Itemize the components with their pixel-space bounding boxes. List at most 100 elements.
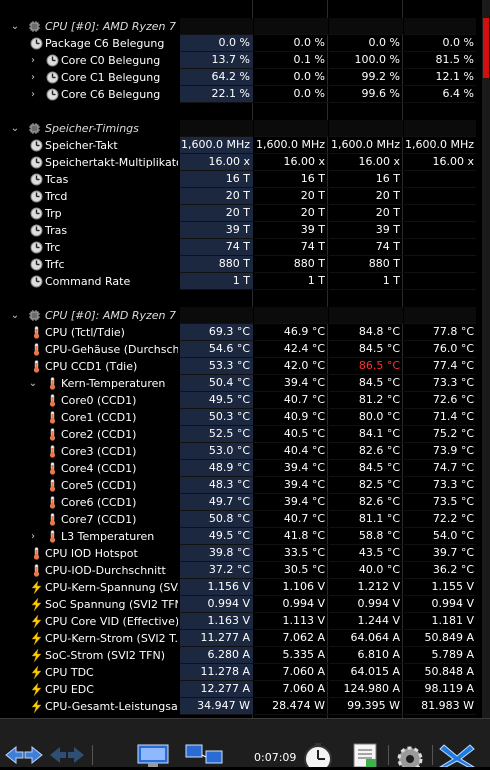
expand-chevron-icon[interactable]: › <box>28 528 38 545</box>
sensor-row[interactable]: › Core C0 Belegung 13.7 % 0.1 % 100.0 % 81.5 … <box>0 52 482 69</box>
sensor-label: Core C6 Belegung <box>61 88 161 101</box>
maximum-value: 1.244 V <box>329 613 403 630</box>
average-value: 5.789 A <box>404 647 476 664</box>
maximum-value: 99.6 % <box>329 86 403 103</box>
maximum-value: 100.0 % <box>329 52 403 69</box>
sensor-row[interactable]: Tras 39 T 39 T 39 T <box>0 222 482 239</box>
collapse-chevron-icon[interactable]: ⌄ <box>28 375 38 392</box>
section-header-row[interactable]: ⌄ Speicher-Timings <box>0 120 482 137</box>
vertical-scrollbar[interactable] <box>482 0 490 718</box>
maximum-value: 84.5 °C <box>329 341 403 358</box>
sensor-row[interactable]: Core6 (CCD1) 49.7 °C 39.4 °C 82.6 °C 73.5 °C <box>0 494 482 511</box>
thermometer-icon <box>30 547 43 560</box>
maximum-value: 39 T <box>329 222 403 239</box>
current-value: 69.3 °C <box>180 324 253 341</box>
current-value: 49.5 °C <box>180 528 253 545</box>
sensor-row[interactable]: ⌄ Kern-Temperaturen 50.4 °C 39.4 °C 84.5 °C 7… <box>0 375 482 392</box>
sensor-row[interactable]: CPU-IOD-Durchschnitt 37.2 °C 30.5 °C 40.0 °… <box>0 562 482 579</box>
sensor-row[interactable]: CPU IOD Hotspot 39.8 °C 33.5 °C 43.5 °C 39.7… <box>0 545 482 562</box>
settings-gear-icon[interactable] <box>392 743 428 770</box>
sensor-row[interactable]: Speichertakt-Multiplikator 16.00 x 16.00 x… <box>0 154 482 171</box>
nav-arrows-icon[interactable] <box>4 743 44 767</box>
maximum-value: 124.980 A <box>329 681 403 698</box>
elapsed-timer: 0:07:09 <box>254 751 297 764</box>
minimum-value: 40.5 °C <box>254 426 328 443</box>
current-value: 11.277 A <box>180 630 253 647</box>
collapse-chevron-icon[interactable]: ⌄ <box>10 18 20 35</box>
report-icon[interactable] <box>348 743 384 768</box>
sensor-row[interactable]: › Core C1 Belegung 64.2 % 0.0 % 99.2 % 12.1 % <box>0 69 482 86</box>
section-header-row[interactable]: ⌄ CPU [#0]: AMD Ryzen 7 ... <box>0 18 482 35</box>
sensor-row[interactable]: Core0 (CCD1) 49.5 °C 40.7 °C 81.2 °C 72.6 °C <box>0 392 482 409</box>
sensor-row[interactable]: Core1 (CCD1) 50.3 °C 40.9 °C 80.0 °C 71.4 °C <box>0 409 482 426</box>
sensor-row[interactable]: CPU (Tctl/Tdie) 69.3 °C 46.9 °C 84.8 °C 77.8… <box>0 324 482 341</box>
sensor-label: CPU-Kern-Strom (SVI2 T... <box>45 632 178 645</box>
sensor-row[interactable]: Core5 (CCD1) 48.3 °C 39.4 °C 82.5 °C 73.3 °C <box>0 477 482 494</box>
expand-chevron-icon[interactable]: › <box>28 86 38 103</box>
monitor-icon[interactable] <box>134 743 174 767</box>
sensor-row[interactable]: Core7 (CCD1) 50.8 °C 40.7 °C 81.1 °C 72.2 °C <box>0 511 482 528</box>
sensor-row[interactable]: Tcas 16 T 16 T 16 T <box>0 171 482 188</box>
sensor-row[interactable]: › Core C6 Belegung 22.1 % 0.0 % 99.6 % 6.4 % <box>0 86 482 103</box>
sensor-row[interactable]: SoC-Strom (SVI2 TFN) 6.280 A 5.335 A 6.810 … <box>0 647 482 664</box>
network-icon[interactable] <box>184 743 226 767</box>
sensor-row[interactable]: Core2 (CCD1) 52.5 °C 40.5 °C 84.1 °C 75.2 °C <box>0 426 482 443</box>
thermometer-icon <box>46 377 59 390</box>
chip-icon <box>28 122 41 135</box>
stopwatch-icon[interactable] <box>298 743 338 770</box>
sensor-label: CPU (Tctl/Tdie) <box>45 326 125 339</box>
sensor-row[interactable]: Core4 (CCD1) 48.9 °C 39.4 °C 84.5 °C 74.7 °C <box>0 460 482 477</box>
sensor-row[interactable]: Trcd 20 T 20 T 20 T <box>0 188 482 205</box>
current-value: 50.3 °C <box>180 409 253 426</box>
sensor-row[interactable]: CPU TDC 11.278 A 7.060 A 64.015 A 50.848 A <box>0 664 482 681</box>
sensor-label: Core5 (CCD1) <box>61 479 137 492</box>
minimum-value: 1.113 V <box>254 613 328 630</box>
bolt-icon <box>30 614 43 629</box>
section-header-row[interactable]: ⌄ CPU [#0]: AMD Ryzen 7 ... <box>0 307 482 324</box>
sensor-label: CPU-Gehäuse (Durchsch... <box>45 343 178 356</box>
clock-icon <box>30 224 43 237</box>
sensor-row[interactable]: Package C6 Belegung 0.0 % 0.0 % 0.0 % 0.0 % <box>0 35 482 52</box>
expand-chevron-icon[interactable]: › <box>28 52 38 69</box>
collapse-chevron-icon[interactable]: ⌄ <box>10 120 20 137</box>
maximum-value: 16 T <box>329 171 403 188</box>
current-value: 52.5 °C <box>180 426 253 443</box>
sensor-row[interactable]: SoC Spannung (SVI2 TFN) 0.994 V 0.994 V 0.9… <box>0 596 482 613</box>
sensor-row[interactable]: CPU-Kern-Spannung (SV... 1.156 V 1.106 V 1.… <box>0 579 482 596</box>
sensor-row[interactable]: CPU-Gesamt-Leistungsa... 34.947 W 28.474 W… <box>0 698 482 715</box>
average-value <box>404 188 476 205</box>
sensor-row[interactable]: Trp 20 T 20 T 20 T <box>0 205 482 222</box>
average-value: 77.8 °C <box>404 324 476 341</box>
average-value: 81.5 % <box>404 52 476 69</box>
current-value: 34.947 W <box>180 698 253 715</box>
current-value: 64.2 % <box>180 69 253 86</box>
sensor-row[interactable]: CPU-Kern-Strom (SVI2 T... 11.277 A 7.062 A… <box>0 630 482 647</box>
sensor-row[interactable]: Trfc 880 T 880 T 880 T <box>0 256 482 273</box>
sensor-row[interactable]: CPU-Gehäuse (Durchsch... 54.6 °C 42.4 °C 84… <box>0 341 482 358</box>
sensor-label: CPU TDC <box>45 666 94 679</box>
close-x-icon[interactable] <box>438 743 476 768</box>
clock-icon <box>30 156 43 169</box>
sensor-row[interactable]: Speicher-Takt 1,600.0 MHz 1,600.0 MHz 1,600… <box>0 137 482 154</box>
sensor-row[interactable]: Trc 74 T 74 T 74 T <box>0 239 482 256</box>
sensor-row[interactable]: Command Rate 1 T1 T1 T <box>0 273 482 290</box>
current-value: 11.278 A <box>180 664 253 681</box>
sensor-row[interactable]: › L3 Temperaturen 49.5 °C 41.8 °C 58.8 °C 54.… <box>0 528 482 545</box>
scrollbar-thumb[interactable] <box>483 18 489 78</box>
average-value: 16.00 x <box>404 154 476 171</box>
nav-arrows-disabled-icon[interactable] <box>48 743 86 767</box>
average-value: 1.181 V <box>404 613 476 630</box>
section-header-cell <box>254 307 328 324</box>
collapse-chevron-icon[interactable]: ⌄ <box>10 307 20 324</box>
minimum-value: 42.0 °C <box>254 358 328 375</box>
expand-chevron-icon[interactable]: › <box>28 69 38 86</box>
sensor-row[interactable]: CPU EDC 12.277 A 7.060 A 124.980 A 98.119 A <box>0 681 482 698</box>
chip-icon <box>28 20 41 33</box>
thermometer-icon <box>46 428 59 441</box>
sensor-row[interactable]: CPU Core VID (Effective) 1.163 V 1.113 V 1.… <box>0 613 482 630</box>
sensor-label: Core0 (CCD1) <box>61 394 137 407</box>
average-value: 50.848 A <box>404 664 476 681</box>
sensor-row[interactable]: Core3 (CCD1) 53.0 °C 40.4 °C 82.6 °C 73.9 °C <box>0 443 482 460</box>
sensor-row[interactable]: CPU CCD1 (Tdie) 53.3 °C 42.0 °C 86.5 °C 77.4… <box>0 358 482 375</box>
bolt-icon <box>30 665 43 680</box>
